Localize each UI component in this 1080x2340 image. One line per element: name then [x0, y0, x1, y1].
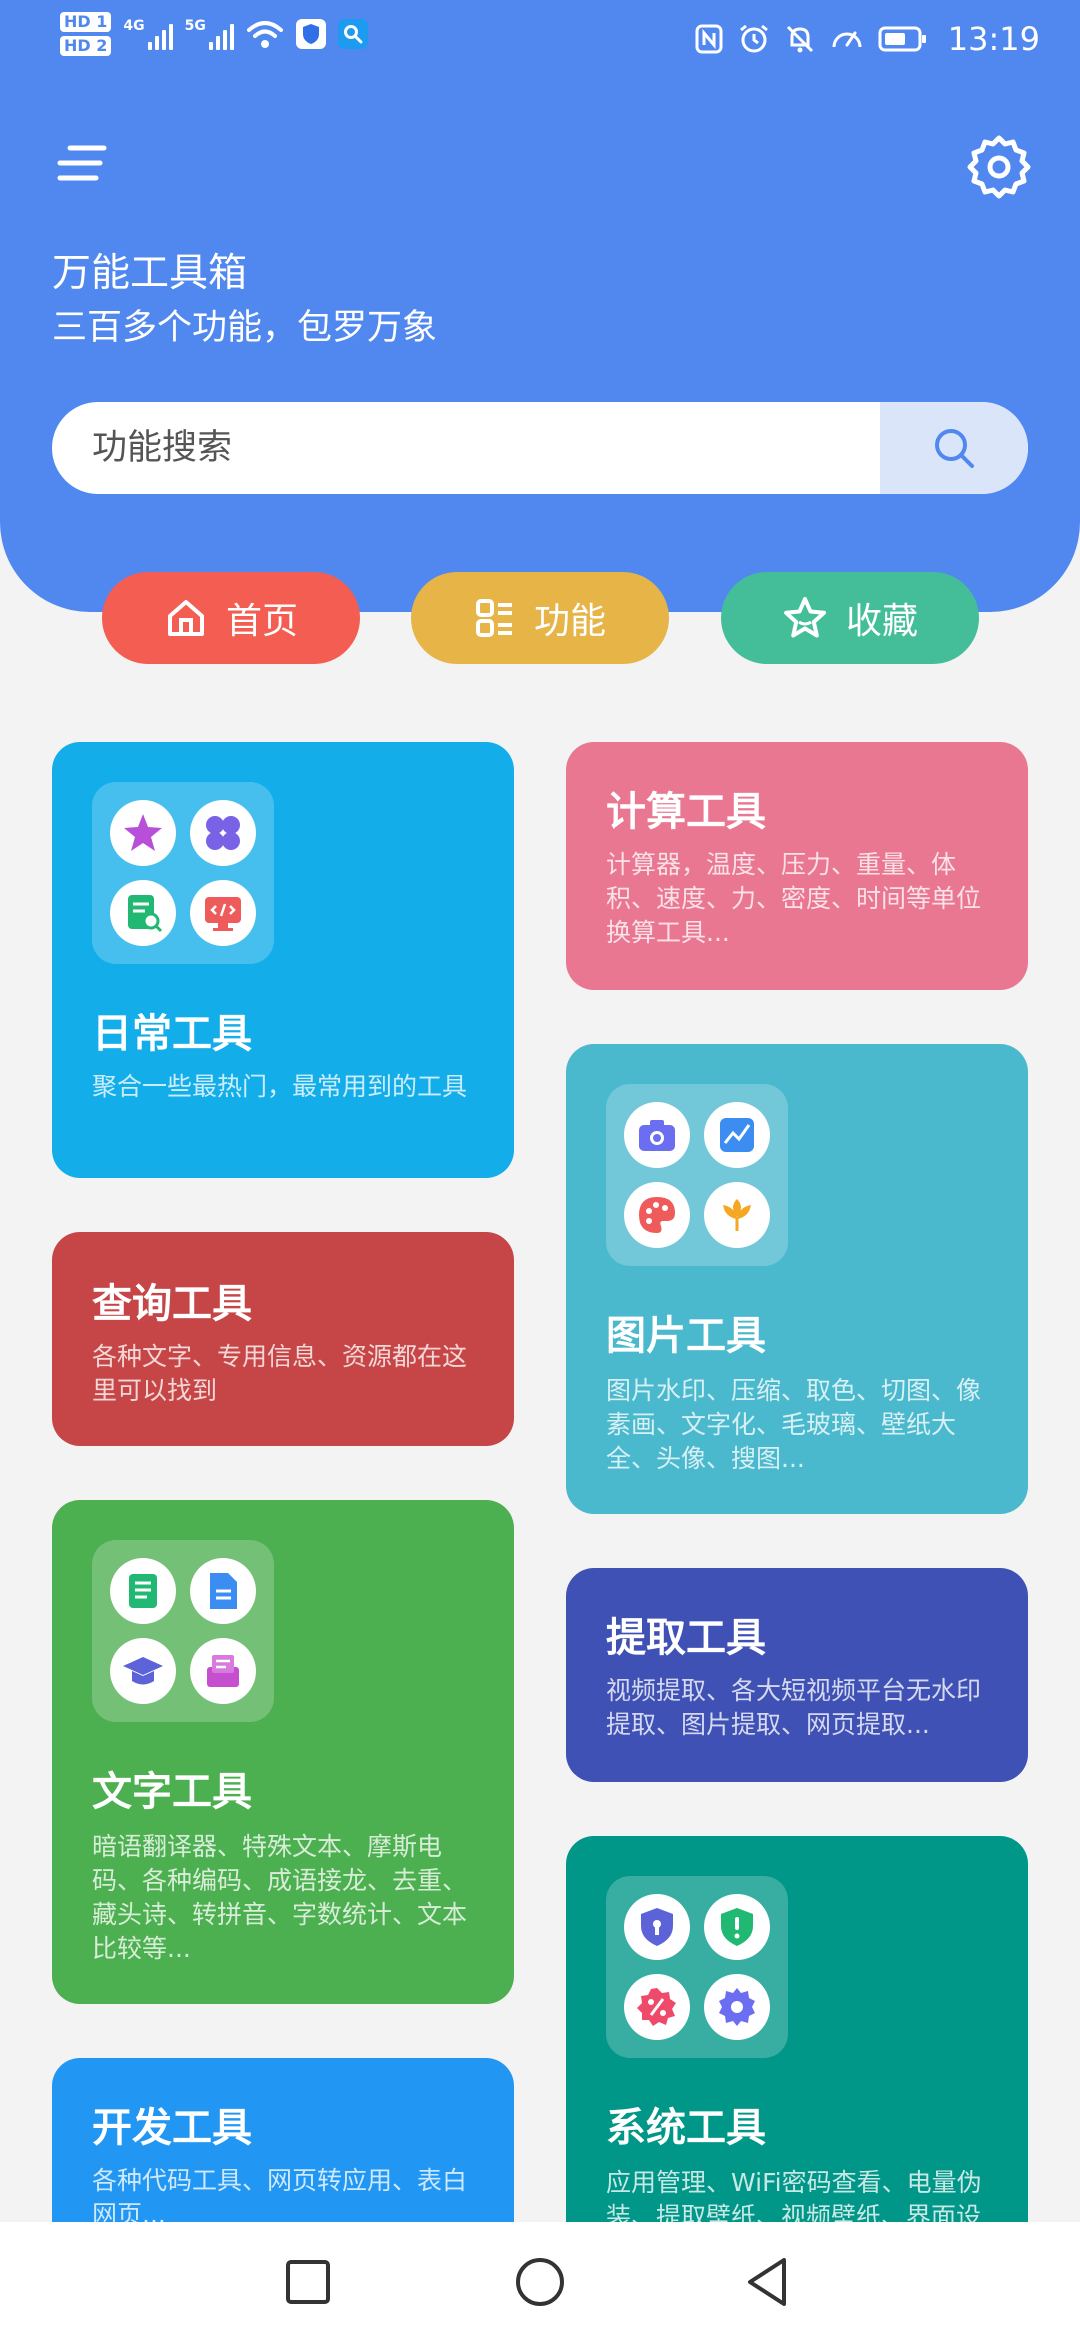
code-screen-icon	[190, 880, 256, 946]
tab-favorites-label: 收藏	[845, 601, 918, 642]
file-icon	[190, 1558, 256, 1624]
signal-5g-icon: 5G	[185, 18, 234, 50]
back-button[interactable]	[740, 2252, 800, 2312]
mute-bell-icon	[786, 25, 813, 53]
card-description: 视频提取、各大短视频平台无水印提取、图片提取、网页提取...	[606, 1676, 982, 1739]
signal-4g-icon: 4G	[123, 18, 173, 50]
card-icon-group	[92, 782, 274, 964]
card-daily-tools[interactable]: 日常工具 聚合一些最热门，最常用到的工具	[52, 742, 514, 1178]
circle-icon	[516, 2258, 564, 2306]
wifi-icon	[246, 21, 283, 48]
search-bar[interactable]: 功能搜索	[52, 402, 1028, 494]
search-app-icon	[337, 19, 368, 49]
palette-icon	[624, 1182, 690, 1248]
shield-app-icon	[295, 19, 326, 49]
nfc-icon	[695, 24, 723, 54]
document-icon	[110, 1558, 176, 1624]
app-subtitle: 三百多个功能，包罗万象	[52, 308, 438, 348]
clover-icon	[190, 800, 256, 866]
home-icon	[167, 600, 204, 636]
battery-icon	[878, 26, 926, 52]
speed-gauge-icon	[832, 31, 862, 48]
hd-indicator: HD 1 HD 2	[60, 12, 112, 56]
tab-functions-label: 功能	[533, 601, 606, 642]
card-title: 提取工具	[606, 1615, 766, 1661]
clock: 13:19	[947, 20, 1040, 58]
card-icon-group	[606, 1084, 788, 1266]
shield-lock-icon	[624, 1894, 690, 1960]
card-title: 开发工具	[92, 2105, 252, 2151]
photo-icon	[704, 1102, 770, 1168]
inbox-icon	[190, 1638, 256, 1704]
doc-search-icon	[110, 880, 176, 946]
tab-home[interactable]: 首页	[102, 572, 360, 664]
shield-alert-icon	[704, 1894, 770, 1960]
system-nav-bar	[0, 2222, 1080, 2340]
star-icon	[110, 800, 176, 866]
app-title: 万能工具箱	[52, 251, 248, 296]
card-extract-tools[interactable]: 提取工具 视频提取、各大短视频平台无水印提取、图片提取、网页提取...	[566, 1568, 1028, 1782]
card-title: 日常工具	[92, 1011, 252, 1057]
card-title: 查询工具	[92, 1281, 252, 1327]
gear-icon	[967, 135, 1031, 199]
grid-icon	[475, 599, 512, 637]
card-icon-group	[606, 1876, 788, 2058]
card-title: 文字工具	[92, 1769, 252, 1815]
recents-button[interactable]	[278, 2252, 338, 2312]
card-text-tools[interactable]: 文字工具 暗语翻译器、特殊文本、摩斯电码、各种编码、成语接龙、去重、藏头诗、转拼…	[52, 1500, 514, 2004]
search-input[interactable]: 功能搜索	[92, 402, 232, 494]
triangle-back-icon	[748, 2258, 786, 2306]
card-description: 各种文字、专用信息、资源都在这里可以找到	[92, 1342, 468, 1405]
settings-icon	[704, 1974, 770, 2040]
menu-button[interactable]	[52, 130, 122, 200]
status-bar: HD 1 HD 2 4G 5G 13:19	[0, 0, 1080, 80]
card-title: 系统工具	[606, 2105, 766, 2151]
square-icon	[286, 2260, 330, 2304]
alarm-icon	[739, 24, 768, 53]
search-button[interactable]	[880, 402, 1028, 494]
card-image-tools[interactable]: 图片工具 图片水印、压缩、取色、切图、像素画、文字化、毛玻璃、壁纸大全、头像、搜…	[566, 1044, 1028, 1514]
tab-home-label: 首页	[225, 601, 298, 642]
home-button[interactable]	[510, 2252, 570, 2312]
settings-button[interactable]	[964, 130, 1034, 200]
graduation-cap-icon	[110, 1638, 176, 1704]
star-outline-icon	[783, 597, 826, 638]
card-title: 图片工具	[606, 1313, 766, 1359]
card-title: 计算工具	[606, 789, 766, 835]
card-description: 图片水印、压缩、取色、切图、像素画、文字化、毛玻璃、壁纸大全、头像、搜图...	[606, 1376, 982, 1473]
card-icon-group	[92, 1540, 274, 1722]
search-icon	[935, 429, 974, 468]
camera-icon	[624, 1102, 690, 1168]
tab-favorites[interactable]: 收藏	[721, 572, 979, 664]
card-description: 聚合一些最热门，最常用到的工具	[92, 1072, 468, 1101]
menu-icon	[57, 145, 107, 181]
card-description: 计算器，温度、压力、重量、体积、速度、力、密度、时间等单位换算工具...	[606, 850, 982, 947]
tab-functions[interactable]: 功能	[411, 572, 669, 664]
card-query-tools[interactable]: 查询工具 各种文字、专用信息、资源都在这里可以找到	[52, 1232, 514, 1446]
flower-icon	[704, 1182, 770, 1248]
percent-badge-icon	[624, 1974, 690, 2040]
card-calc-tools[interactable]: 计算工具 计算器，温度、压力、重量、体积、速度、力、密度、时间等单位换算工具..…	[566, 742, 1028, 990]
card-description: 暗语翻译器、特殊文本、摩斯电码、各种编码、成语接龙、去重、藏头诗、转拼音、字数统…	[92, 1832, 468, 1963]
